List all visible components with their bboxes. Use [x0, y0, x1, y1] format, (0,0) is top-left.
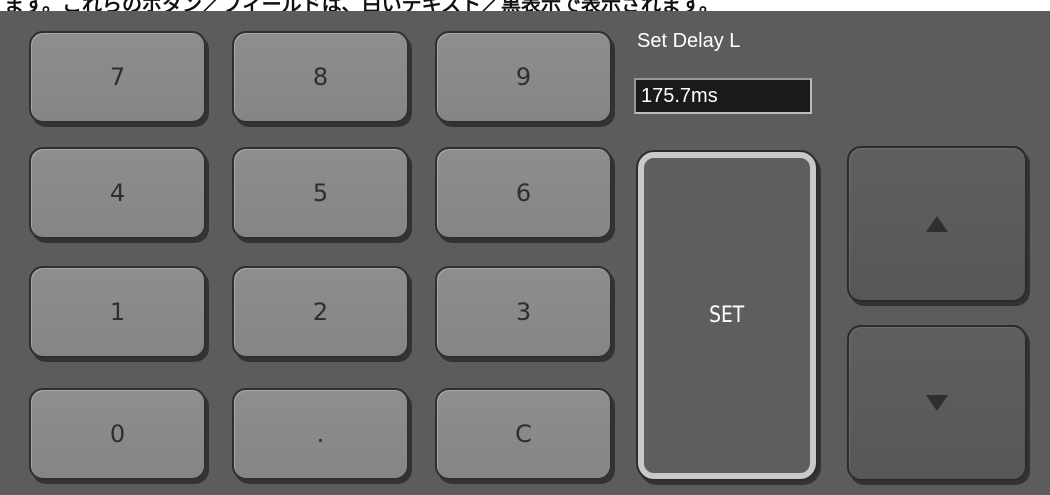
- delay-value-field[interactable]: 175.7ms: [634, 78, 812, 114]
- decrement-button[interactable]: [847, 325, 1027, 481]
- key-clear[interactable]: C: [435, 388, 612, 480]
- key-6[interactable]: 6: [435, 147, 612, 239]
- key-5-label: 5: [312, 179, 329, 207]
- key-decimal-point-label: .: [316, 420, 325, 448]
- key-7[interactable]: 7: [29, 31, 206, 123]
- key-decimal-point[interactable]: .: [232, 388, 409, 480]
- arrow-up-icon: [926, 216, 948, 232]
- key-7-label: 7: [109, 63, 126, 91]
- key-2[interactable]: 2: [232, 266, 409, 358]
- key-3-label: 3: [515, 298, 532, 326]
- key-8-label: 8: [312, 63, 329, 91]
- key-8[interactable]: 8: [232, 31, 409, 123]
- set-button[interactable]: SET: [638, 152, 816, 479]
- caption-text: ます。これらのボタン／フィールドは、白いテキスト／黒表示で表示されます。: [4, 0, 719, 11]
- key-clear-label: C: [515, 420, 532, 448]
- key-1[interactable]: 1: [29, 266, 206, 358]
- key-4[interactable]: 4: [29, 147, 206, 239]
- key-9-label: 9: [515, 63, 532, 91]
- key-6-label: 6: [515, 179, 532, 207]
- key-5[interactable]: 5: [232, 147, 409, 239]
- set-delay-label: Set Delay L: [637, 30, 741, 52]
- key-2-label: 2: [312, 298, 329, 326]
- key-0-label: 0: [109, 420, 126, 448]
- key-9[interactable]: 9: [435, 31, 612, 123]
- arrow-down-icon: [926, 395, 948, 411]
- set-button-label: SET: [709, 303, 745, 328]
- key-4-label: 4: [109, 179, 126, 207]
- key-3[interactable]: 3: [435, 266, 612, 358]
- key-0[interactable]: 0: [29, 388, 206, 480]
- caption-strip: ます。これらのボタン／フィールドは、白いテキスト／黒表示で表示されます。: [0, 0, 1050, 11]
- key-1-label: 1: [109, 298, 126, 326]
- increment-button[interactable]: [847, 146, 1027, 302]
